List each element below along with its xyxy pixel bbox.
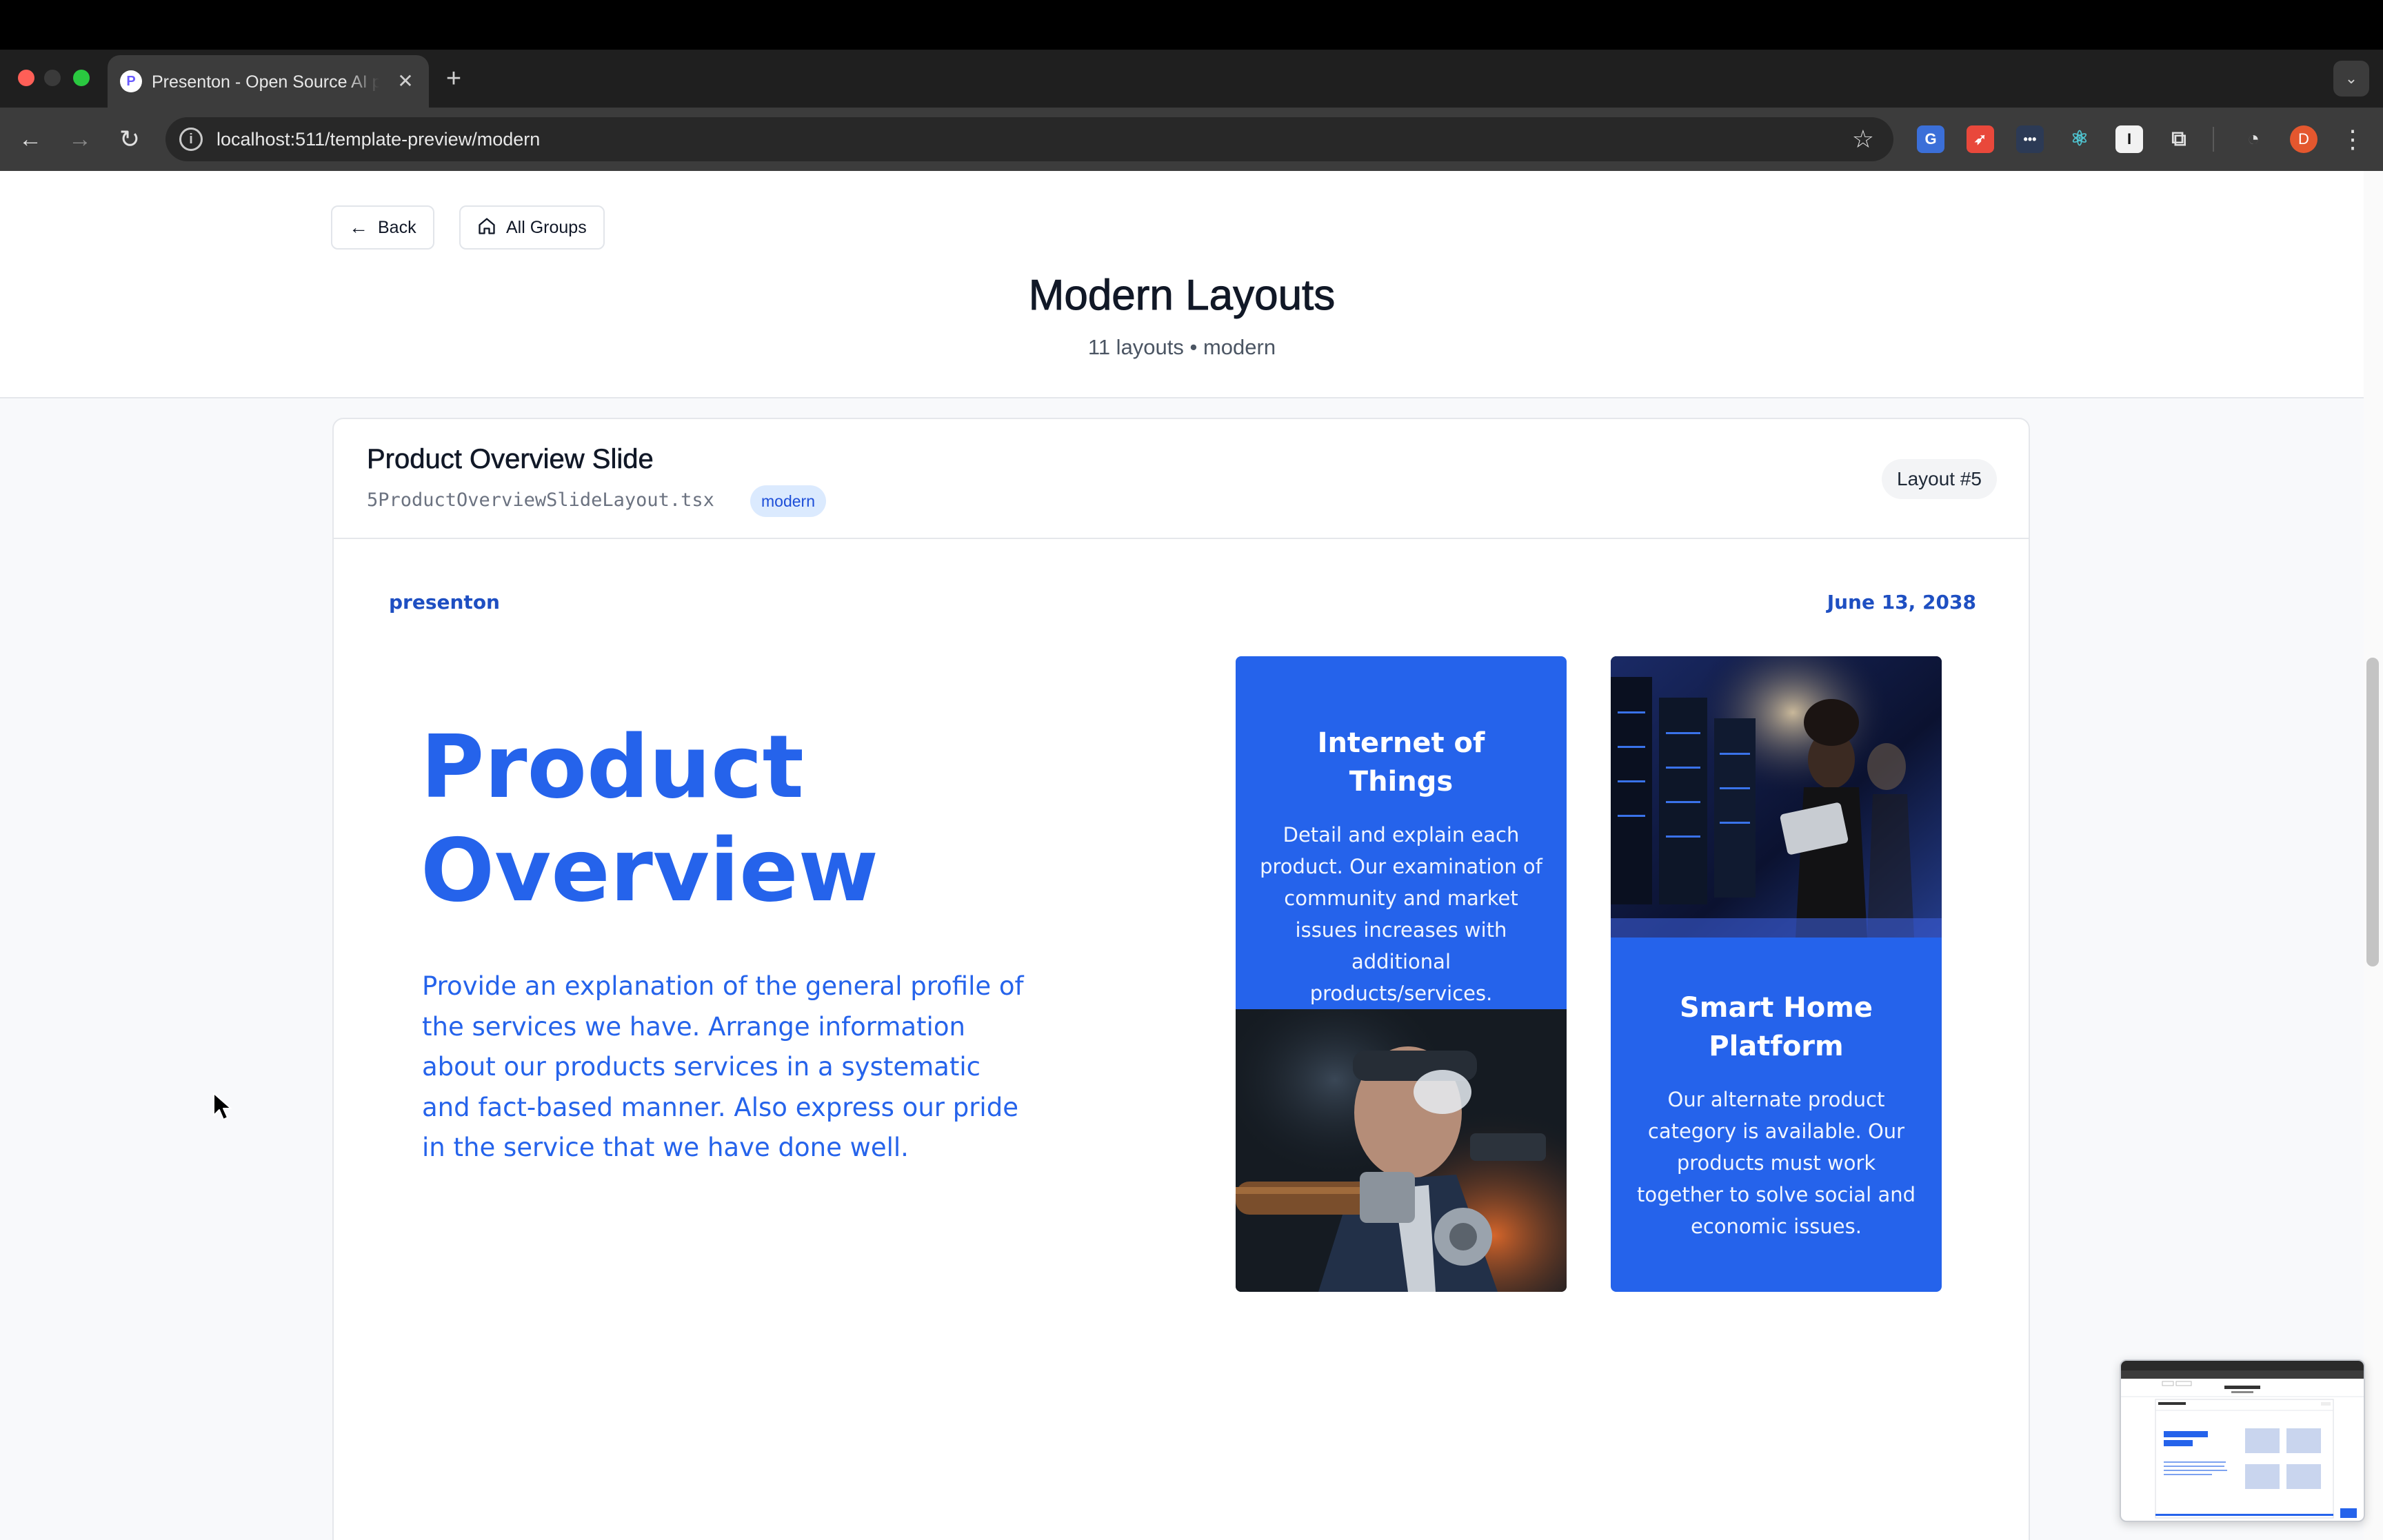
slide-description: Provide an explanation of the general pr… [422,971,1024,1162]
window-zoom-control[interactable] [73,70,90,86]
page-scrollbar-thumb[interactable] [2366,658,2379,966]
profile-avatar[interactable]: D [2290,125,2317,153]
slide-preview: presenton June 13, 2038 Product Overview… [334,539,2029,1540]
presenton-favicon-icon: P [120,70,142,92]
extensions-puzzle-icon[interactable]: ⧉ [2165,125,2193,153]
back-button-label: Back [378,217,416,237]
server-room-photo-image [1611,656,1942,938]
page-minimap-thumbnail[interactable] [2120,1359,2365,1522]
page-title: Modern Layouts [1028,272,1336,320]
address-bar[interactable]: i localhost:511/template-preview/modern … [165,117,1893,161]
slide-title-line-2: Overview [421,820,879,921]
product-card-1-title: Internet of Things [1317,727,1485,798]
layout-card-title: Product Overview Slide [367,444,654,475]
slide-brand: presenton [389,591,500,614]
page-header: ← Back All Groups Modern Layouts 11 layo… [0,171,2364,398]
react-devtools-icon[interactable]: ⚛ [2066,125,2093,153]
forward-arrow-icon[interactable]: → [62,121,98,157]
layout-card: Product Overview Slide 5ProductOverviewS… [332,418,2030,1540]
screen-top-bar [0,0,2383,50]
site-info-icon[interactable]: i [179,128,203,151]
back-button[interactable]: ← Back [331,205,434,250]
product-card-2-title: Smart Home Platform [1679,992,1873,1062]
product-column-1: Internet of Things Detail and explain ea… [1236,656,1567,1292]
performance-gauge-icon[interactable]: ◔ [2240,125,2267,153]
tab-title: Presenton - Open Source AI presentation … [152,72,379,92]
layout-card-header: Product Overview Slide 5ProductOverviewS… [334,419,2029,539]
instapaper-extension-icon[interactable]: I [2115,125,2143,153]
layout-number-badge: Layout #5 [1882,459,1997,499]
all-groups-button-label: All Groups [506,217,587,237]
product-card-2: Smart Home Platform Our alternate produc… [1611,938,1942,1292]
browser-tab-active[interactable]: P Presenton - Open Source AI presentatio… [108,55,429,108]
url-text[interactable]: localhost:511/template-preview/modern [217,127,540,152]
all-groups-button[interactable]: All Groups [459,205,605,250]
slide-date: June 13, 2038 [1827,591,1976,614]
tab-close-icon[interactable]: ✕ [393,69,418,94]
translate-extension-icon[interactable]: G [1917,125,1944,153]
page-viewport: ← Back All Groups Modern Layouts 11 layo… [0,171,2383,1540]
arrow-left-icon: ← [349,216,368,238]
product-card-1-text: Detail and explain each product. Our exa… [1260,823,1542,1005]
tab-list-chevron-icon[interactable]: ⌄ [2333,61,2369,97]
menu-kebab-icon[interactable]: ⋮ [2337,123,2368,156]
reload-icon[interactable]: ↻ [112,121,148,157]
technician-photo-image [1236,1009,1567,1292]
toolbar-separator [2213,127,2214,152]
slide-title-line-1: Product [421,716,804,818]
new-tab-plus-icon[interactable]: + [439,63,469,94]
home-icon [477,216,496,239]
mouse-cursor-icon [213,1093,232,1120]
layout-group-tag: modern [750,485,826,517]
slide-title: Product Overview [421,716,972,922]
product-card-2-text: Our alternate product category is availa… [1636,1088,1916,1238]
bookmark-star-icon[interactable]: ☆ [1852,125,1874,153]
rocket-extension-icon[interactable]: ➶ [1967,125,1994,153]
password-extension-icon[interactable]: ••• [2016,125,2044,153]
layout-file-name: 5ProductOverviewSlideLayout.tsx [367,489,714,511]
product-card-1: Internet of Things Detail and explain ea… [1236,656,1567,1009]
product-column-2: Smart Home Platform Our alternate produc… [1611,656,1942,1292]
window-minimize-control[interactable] [44,70,61,86]
page-subtitle: 11 layouts • modern [1087,335,1276,359]
back-arrow-icon[interactable]: ← [12,121,48,157]
window-close-control[interactable] [18,70,34,86]
